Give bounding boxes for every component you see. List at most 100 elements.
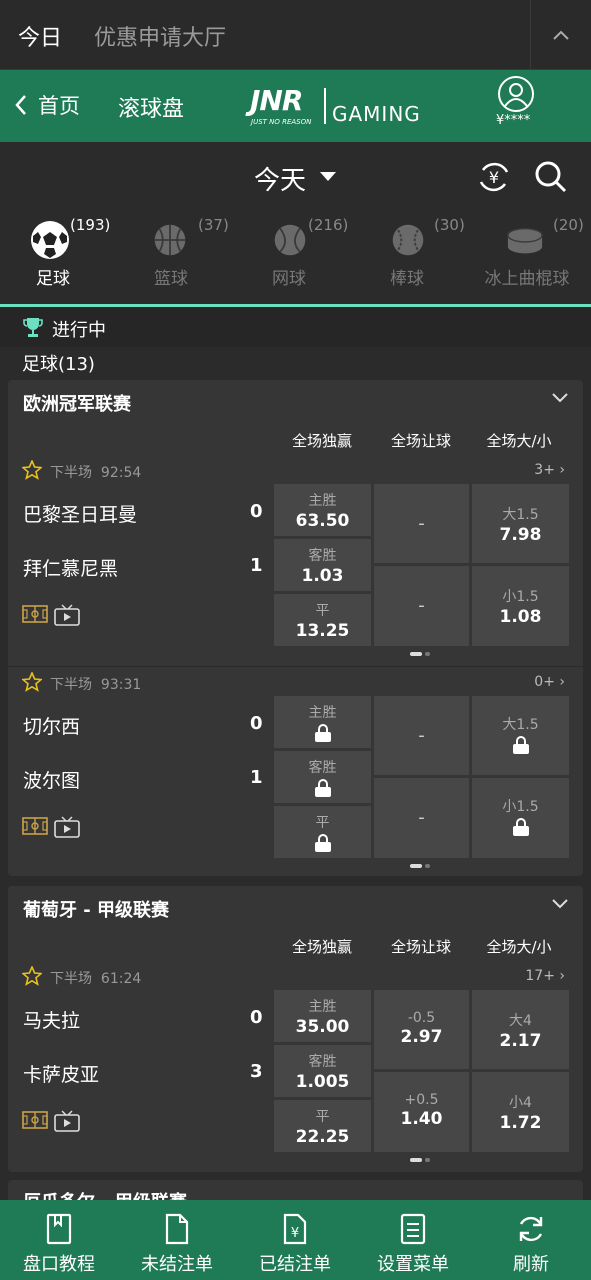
pager-dots [410, 864, 432, 868]
chevron-down-icon[interactable] [551, 898, 569, 910]
user-avatar-icon[interactable] [498, 76, 534, 112]
pager-dots [410, 1158, 432, 1162]
nav-open-bets[interactable]: 未结注单 [118, 1200, 236, 1280]
sport-count: (37) [198, 216, 229, 234]
favorite-star-icon[interactable] [22, 966, 42, 986]
chevron-up-icon [553, 30, 569, 40]
date-selector[interactable]: 今天 [254, 160, 306, 197]
odds-away-win[interactable]: 客胜 1.03 [274, 539, 371, 591]
match-period: 下半场 61:24 [50, 971, 142, 987]
odds-away-win-locked: 客胜 [274, 751, 371, 803]
tab-basketball[interactable]: (37) 篮球 [112, 212, 230, 304]
sport-tabs: (193) 足球 (37) 篮球 (216) 网球 (30) 棒球 (20) 冰… [0, 212, 591, 304]
sport-count: (20) [553, 216, 584, 234]
league-title[interactable]: 葡萄牙 - 甲级联赛 [23, 896, 169, 922]
odds-handicap-home[interactable]: - [374, 696, 469, 775]
today-tab[interactable]: 今日 [18, 20, 62, 52]
odds-draw[interactable]: 平 13.25 [274, 594, 371, 646]
back-label: 首页 [38, 94, 80, 118]
odds-draw[interactable]: 平 22.25 [274, 1100, 371, 1152]
lock-icon [314, 724, 331, 742]
home-team: 马夫拉 [23, 1010, 81, 1032]
currency-switch-icon[interactable]: ¥ [475, 158, 513, 196]
bottom-nav: 盘口教程 未结注单 ¥ 已结注单 设置菜单 刷新 [0, 1200, 591, 1280]
odds-home-win[interactable]: 主胜 35.00 [274, 990, 371, 1042]
live-tv-icon[interactable] [54, 816, 80, 838]
odds-handicap-home[interactable]: -0.5 2.97 [374, 990, 469, 1069]
caret-down-icon[interactable] [320, 172, 336, 181]
tab-tennis[interactable]: (216) 网球 [230, 212, 348, 304]
more-markets-link[interactable]: 17+ › [525, 968, 565, 984]
pitch-icon[interactable] [22, 1110, 48, 1130]
home-score: 0 [250, 1007, 263, 1028]
odds-away-win[interactable]: 客胜 1.005 [274, 1045, 371, 1097]
svg-text:¥: ¥ [291, 1226, 299, 1241]
odds-home-win-locked: 主胜 [274, 696, 371, 748]
odds-handicap-away[interactable]: - [374, 566, 469, 646]
match-icons [22, 1110, 80, 1132]
match-period: 下半场 93:31 [50, 677, 142, 693]
logo-tagline: JUST NO REASON [251, 118, 312, 126]
odds-handicap-away[interactable]: - [374, 778, 469, 858]
more-markets-link[interactable]: 3+ › [534, 462, 565, 478]
pitch-icon[interactable] [22, 816, 48, 836]
inplay-label: 进行中 [52, 320, 106, 341]
brand-logo: JNR JUST NO REASON GAMING [250, 84, 425, 130]
odds-under[interactable]: 小4 1.72 [472, 1072, 569, 1152]
receipt-yen-icon: ¥ [283, 1213, 307, 1245]
odds-over[interactable]: 大1.5 7.98 [472, 484, 569, 563]
favorite-star-icon[interactable] [22, 672, 42, 692]
nav-tutorial[interactable]: 盘口教程 [0, 1200, 118, 1280]
away-score: 3 [250, 1061, 263, 1082]
soccer-count-label: 足球(13) [22, 354, 95, 375]
pitch-icon[interactable] [22, 604, 48, 624]
tennis-ball-icon [274, 224, 306, 256]
tab-soccer[interactable]: (193) 足球 [0, 212, 112, 304]
odds-grid: 主胜 35.00 客胜 1.005 平 22.25 -0.5 2.97 +0.5 1.40… [274, 990, 569, 1152]
nav-label: 盘口教程 [23, 1254, 95, 1275]
logo-divider [324, 88, 326, 124]
league-title[interactable]: 欧洲冠军联赛 [23, 390, 131, 416]
nav-settings-menu[interactable]: 设置菜单 [354, 1200, 472, 1280]
nav-settled-bets[interactable]: ¥ 已结注单 [236, 1200, 354, 1280]
odds-handicap-away[interactable]: +0.5 1.40 [374, 1072, 469, 1152]
tab-baseball[interactable]: (30) 棒球 [348, 212, 466, 304]
sport-count: (30) [434, 216, 465, 234]
lock-icon [314, 779, 331, 797]
logo-gaming: GAMING [332, 102, 421, 126]
nav-label: 未结注单 [141, 1254, 213, 1275]
live-tv-icon[interactable] [54, 604, 80, 626]
pager-dots [410, 652, 432, 656]
odds-over[interactable]: 大4 2.17 [472, 990, 569, 1069]
match-divider [8, 666, 583, 667]
promo-hall-tab[interactable]: 优惠申请大厅 [94, 20, 226, 52]
search-icon[interactable] [533, 159, 569, 195]
home-score: 0 [250, 713, 263, 734]
soccer-ball-icon [31, 221, 69, 259]
league-card: 葡萄牙 - 甲级联赛 全场独赢 全场让球 全场大/小 下半场 61:24 17+… [8, 886, 583, 1172]
favorite-star-icon[interactable] [22, 460, 42, 480]
nav-label: 刷新 [513, 1254, 549, 1275]
match-icons [22, 816, 80, 838]
tab-ice-hockey[interactable]: (20) 冰上曲棍球 [468, 212, 586, 304]
odds-handicap-home[interactable]: - [374, 484, 469, 563]
away-team: 卡萨皮亚 [23, 1064, 100, 1086]
odds-home-win[interactable]: 主胜 63.50 [274, 484, 371, 536]
sport-count: (216) [308, 216, 349, 234]
home-score: 0 [250, 501, 263, 522]
col-header-moneyline: 全场独赢 [291, 432, 352, 450]
col-header-handicap: 全场让球 [390, 432, 451, 450]
back-home-button[interactable]: 首页 [14, 90, 80, 120]
chevron-down-icon[interactable] [551, 392, 569, 404]
nav-refresh[interactable]: 刷新 [472, 1200, 590, 1280]
live-tv-icon[interactable] [54, 1110, 80, 1132]
more-markets-link[interactable]: 0+ › [534, 674, 565, 690]
balance-text: ¥**** [496, 113, 531, 128]
collapse-button[interactable] [530, 0, 591, 70]
document-icon [165, 1213, 189, 1245]
basketball-icon [154, 224, 186, 256]
inplay-section-header: 进行中 [0, 307, 591, 347]
home-team: 切尔西 [23, 716, 81, 738]
odds-under[interactable]: 小1.5 1.08 [472, 566, 569, 646]
away-team: 拜仁慕尼黑 [23, 558, 119, 580]
